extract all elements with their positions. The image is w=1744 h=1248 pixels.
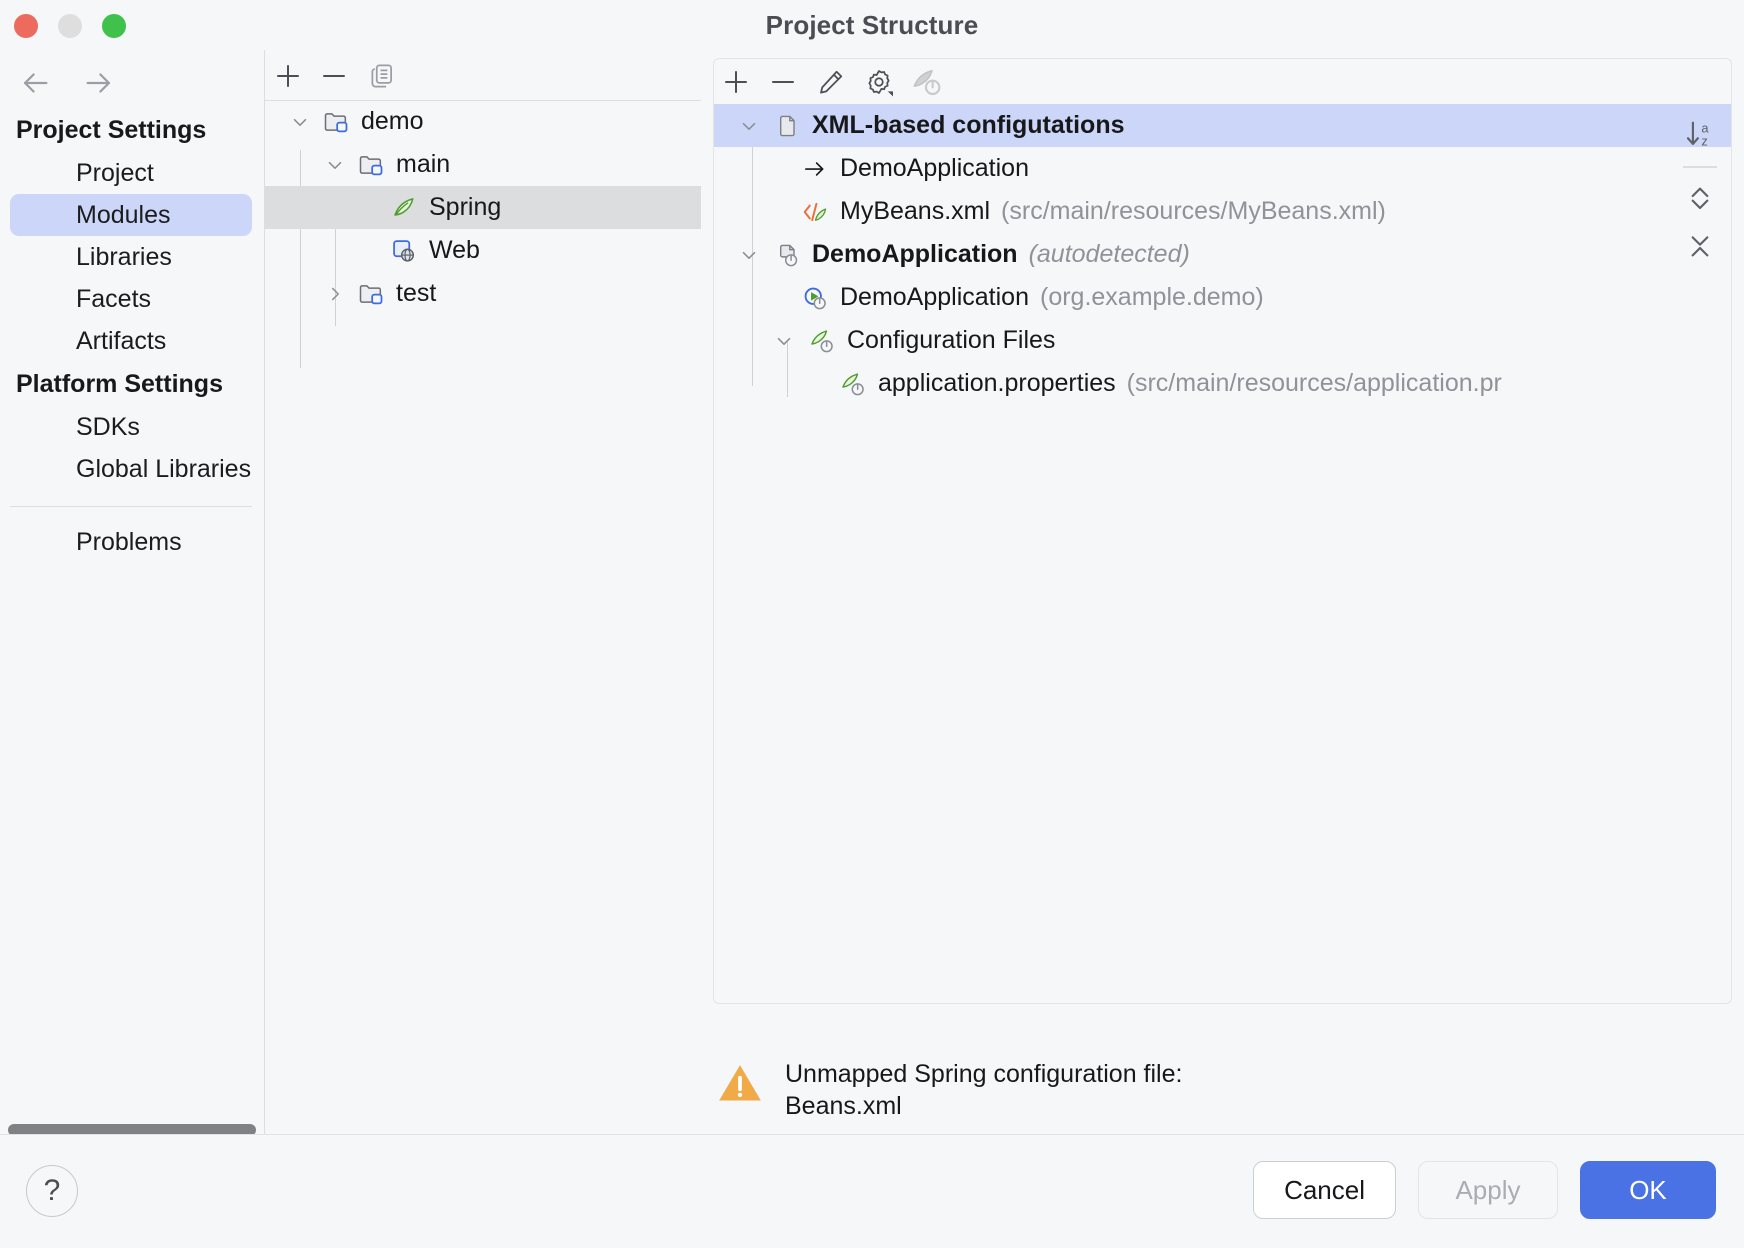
warning-text: Unmapped Spring configuration file: Bean… — [785, 1058, 1182, 1122]
edit-context-button[interactable] — [813, 64, 849, 100]
web-facet-icon — [389, 236, 419, 266]
help-button[interactable]: ? — [26, 1165, 78, 1217]
project-structure-dialog: Project Structure Project Settings Proje… — [0, 0, 1744, 1248]
sidebar-group-title-project-settings: Project Settings — [0, 108, 264, 152]
warning-line-2: Beans.xml — [785, 1092, 902, 1120]
sidebar-item-libraries[interactable]: Libraries — [10, 236, 252, 278]
tree-row-label: Web — [429, 236, 480, 265]
spring-boot-context-icon — [772, 240, 802, 270]
apply-button: Apply — [1418, 1161, 1558, 1219]
dialog-title: Project Structure — [0, 0, 1744, 50]
remove-module-button[interactable] — [316, 58, 352, 94]
warning-line-1: Unmapped Spring configuration file: — [785, 1060, 1182, 1088]
context-row-label: DemoApplication — [840, 283, 1029, 312]
copy-module-button[interactable] — [365, 58, 401, 94]
chevron-down-icon[interactable] — [320, 150, 350, 180]
context-row-package: (org.example.demo) — [1040, 283, 1264, 312]
spring-boot-leaf-icon — [807, 326, 837, 356]
context-row-path: (src/main/resources/MyBeans.xml) — [1001, 197, 1386, 226]
sidebar-item-problems[interactable]: Problems — [10, 521, 252, 563]
dialog-bottom-bar: ? Cancel Apply OK — [0, 1134, 1744, 1248]
spring-contexts-panel: XML-based configutations DemoApplication — [701, 50, 1744, 1134]
context-row-label: application.properties — [878, 369, 1116, 398]
contexts-toolbar — [713, 58, 1732, 104]
context-row-label: XML-based configutations — [812, 111, 1125, 140]
chevron-down-icon[interactable] — [734, 111, 764, 141]
contexts-side-actions: a z — [1672, 110, 1728, 270]
tree-row-label: main — [396, 150, 450, 179]
title-bar: Project Structure — [0, 0, 1744, 50]
spring-boot-run-icon — [800, 283, 830, 313]
spring-boot-leaf-icon — [838, 369, 868, 399]
context-row-demoapplication-autodetected[interactable]: DemoApplication (autodetected) — [714, 233, 1731, 276]
context-row-mybeans-xml[interactable]: MyBeans.xml (src/main/resources/MyBeans.… — [714, 190, 1731, 233]
sidebar-item-facets[interactable]: Facets — [10, 278, 252, 320]
sort-az-icon[interactable]: a z — [1678, 110, 1722, 158]
tree-row-demo[interactable]: demo — [265, 100, 701, 143]
context-row-label: DemoApplication — [812, 240, 1018, 269]
chevron-right-icon[interactable] — [320, 279, 350, 309]
spring-leaf-icon — [389, 193, 419, 223]
spring-boot-button[interactable] — [908, 64, 944, 100]
sidebar-item-global-libraries[interactable]: Global Libraries — [10, 448, 252, 490]
warning-triangle-icon — [713, 1058, 767, 1113]
context-row-demoapplication-link[interactable]: DemoApplication — [714, 147, 1731, 190]
add-module-button[interactable] — [270, 58, 306, 94]
sidebar-item-project[interactable]: Project — [10, 152, 252, 194]
sidebar-item-sdks[interactable]: SDKs — [10, 406, 252, 448]
context-row-label: Configuration Files — [847, 326, 1055, 355]
chevron-down-icon[interactable] — [734, 240, 764, 270]
forward-arrow-icon[interactable] — [82, 66, 116, 100]
gear-dropdown-icon[interactable] — [861, 64, 897, 100]
navigation-arrows — [18, 66, 116, 100]
module-folder-icon — [321, 107, 351, 137]
modules-toolbar — [265, 50, 701, 100]
context-row-application-properties[interactable]: application.properties (src/main/resourc… — [714, 362, 1731, 405]
context-row-demoapplication-class[interactable]: DemoApplication (org.example.demo) — [714, 276, 1731, 319]
modules-panel: demo main — [265, 50, 701, 1134]
context-row-configuration-files[interactable]: Configuration Files — [714, 319, 1731, 362]
tree-row-main[interactable]: main — [265, 143, 701, 186]
xml-spring-file-icon — [800, 197, 830, 227]
add-context-button[interactable] — [718, 64, 754, 100]
sidebar-item-modules[interactable]: Modules — [10, 194, 252, 236]
context-row-path: (src/main/resources/application.pr — [1127, 369, 1502, 398]
context-row-suffix: (autodetected) — [1029, 240, 1190, 269]
context-row-xml-based-configurations[interactable]: XML-based configutations — [714, 104, 1731, 147]
tree-row-web[interactable]: Web — [265, 229, 701, 272]
tree-row-label: demo — [361, 107, 424, 136]
tree-row-label: Spring — [429, 193, 501, 222]
dialog-buttons: Cancel Apply OK — [1253, 1161, 1716, 1219]
module-folder-icon — [356, 150, 386, 180]
sidebar-group-title-platform-settings: Platform Settings — [0, 362, 264, 406]
module-folder-icon — [356, 279, 386, 309]
tree-row-spring[interactable]: Spring — [265, 186, 701, 229]
remove-context-button[interactable] — [765, 64, 801, 100]
settings-sidebar: Project Settings Project Modules Librari… — [0, 108, 264, 1134]
chevron-down-icon[interactable] — [769, 326, 799, 356]
context-row-label: DemoApplication — [840, 154, 1029, 183]
expand-all-icon[interactable] — [1678, 174, 1722, 222]
back-arrow-icon[interactable] — [18, 66, 52, 100]
tree-row-test[interactable]: test — [265, 272, 701, 315]
modules-tree: demo main — [265, 100, 701, 1134]
ok-button[interactable]: OK — [1580, 1161, 1716, 1219]
contexts-tree: XML-based configutations DemoApplication — [713, 104, 1732, 1004]
sidebar-item-artifacts[interactable]: Artifacts — [10, 320, 252, 362]
svg-text:z: z — [1701, 133, 1707, 148]
collapse-all-icon[interactable] — [1678, 222, 1722, 270]
arrow-right-icon — [800, 154, 830, 184]
cancel-button[interactable]: Cancel — [1253, 1161, 1396, 1219]
chevron-down-icon[interactable] — [285, 107, 315, 137]
xml-context-icon — [772, 111, 802, 141]
sidebar-divider — [10, 506, 252, 507]
tree-row-label: test — [396, 279, 436, 308]
context-row-label: MyBeans.xml — [840, 197, 990, 226]
warning-message: Unmapped Spring configuration file: Bean… — [713, 1058, 1663, 1122]
side-actions-divider — [1683, 166, 1717, 168]
